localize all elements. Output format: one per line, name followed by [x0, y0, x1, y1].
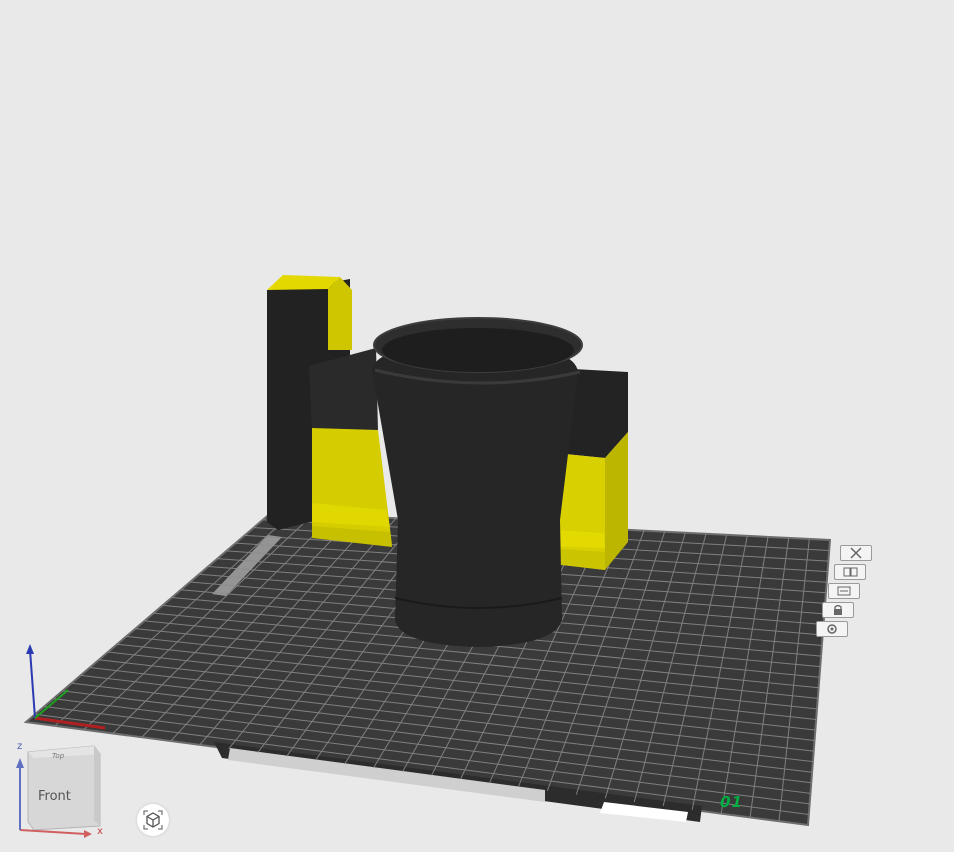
- view-cube-front-face[interactable]: Front: [38, 789, 71, 804]
- settings-icon: [827, 624, 837, 634]
- plate-number-label: 01: [718, 793, 745, 811]
- orient-plate-button[interactable]: [828, 583, 860, 599]
- view-cube-top-face[interactable]: Top: [52, 752, 64, 760]
- orient-icon: [837, 586, 851, 596]
- arrange-icon: [843, 567, 858, 577]
- arrange-plate-button[interactable]: [834, 564, 866, 580]
- cube-view-icon: [143, 810, 163, 830]
- close-plate-button[interactable]: [840, 545, 872, 561]
- view-reset-button[interactable]: [137, 804, 169, 836]
- 3d-viewport[interactable]: [0, 0, 954, 852]
- axis-x-label: x: [97, 826, 103, 837]
- plate-settings-button[interactable]: [816, 621, 848, 637]
- lock-plate-button[interactable]: [822, 602, 854, 618]
- axis-z-label: z: [17, 741, 23, 752]
- lock-icon: [834, 604, 842, 615]
- close-icon: [850, 547, 862, 559]
